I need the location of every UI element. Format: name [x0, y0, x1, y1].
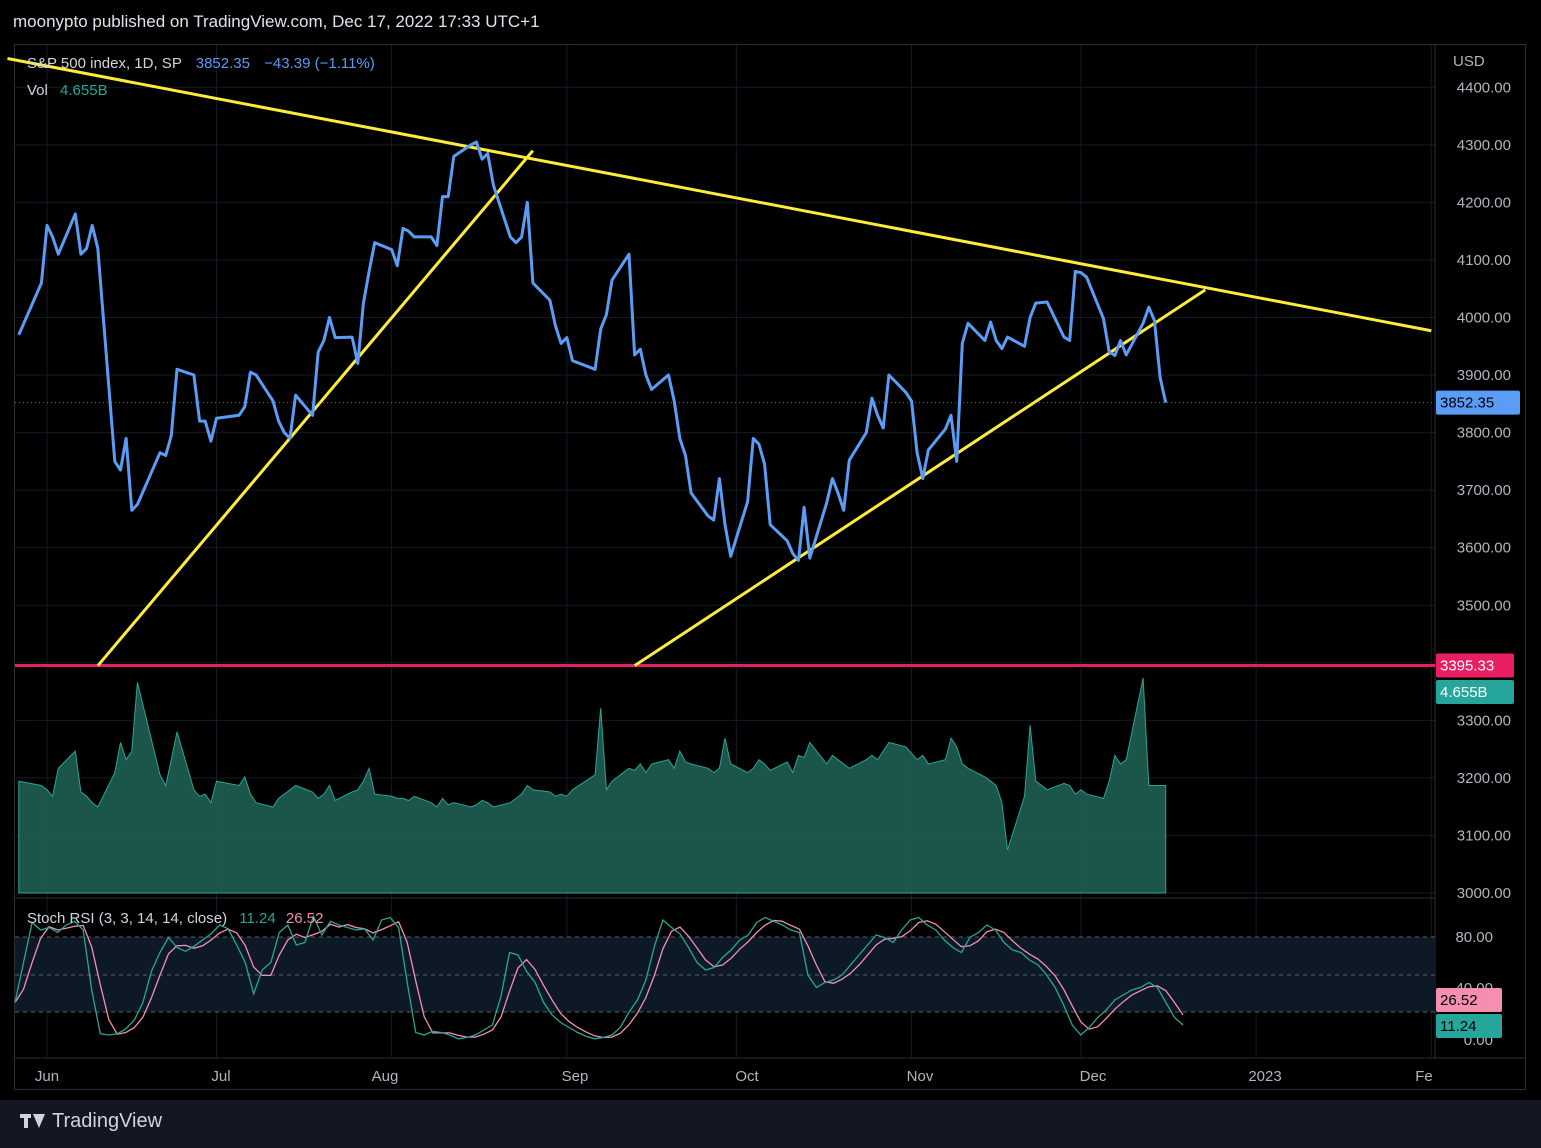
price-series-line: [17, 140, 1168, 562]
legend-change: −43.39 (−1.11%): [264, 55, 375, 72]
x-tick-label: Jul: [211, 1068, 230, 1085]
y-tick-label: 3900.00: [1457, 367, 1511, 384]
legend-price: 3852.35: [195, 55, 250, 72]
stoch-legend: Stoch RSI (3, 3, 14, 14, close) 11.24 26…: [27, 910, 323, 927]
x-tick-label: 2023: [1248, 1068, 1281, 1085]
volume-badge: 4.655B: [1436, 680, 1514, 704]
x-tick-label: Aug: [372, 1068, 399, 1085]
brand-label: TradingView: [52, 1110, 163, 1132]
currency-label: USD: [1453, 53, 1485, 70]
volume-area-fill: [18, 677, 1167, 894]
y-tick-label: 3200.00: [1457, 770, 1511, 787]
trendline-2: [96, 149, 535, 667]
stoch-label: Stoch RSI (3, 3, 14, 14, close): [27, 910, 228, 927]
chart-canvas[interactable]: USD 4400.00 4300.00 4200.00 4100.00 4000.00 39…: [0, 0, 1541, 1100]
y-tick-label: 4200.00: [1457, 194, 1511, 211]
x-tick-label: Fe: [1415, 1068, 1433, 1085]
stoch-k-badge-text: 11.24: [1440, 1018, 1476, 1035]
y-tick-label: 3600.00: [1457, 540, 1511, 557]
y-tick-label: 3000.00: [1457, 885, 1511, 902]
y-tick-label: 4400.00: [1457, 79, 1511, 96]
footer-bar: TradingView: [0, 1100, 1541, 1148]
stoch-k-badge: 11.24: [1436, 1014, 1502, 1038]
y-tick-label: 3700.00: [1457, 482, 1511, 499]
last-price-badge: 3852.35: [1436, 390, 1520, 415]
y-tick-label: 4300.00: [1457, 137, 1511, 154]
y-tick-label: 3300.00: [1457, 712, 1511, 729]
vol-label: Vol: [27, 82, 48, 99]
y-tick-label: 3100.00: [1457, 827, 1511, 844]
support-badge-text: 3395.33: [1440, 657, 1494, 674]
x-axis: Jun Jul Aug Sep Oct Nov Dec 2023 Fe: [35, 1068, 1433, 1085]
trendline-1: [7, 57, 1432, 333]
last-price-badge-text: 3852.35: [1440, 395, 1494, 412]
y-tick-label: 4100.00: [1457, 252, 1511, 269]
symbol-label: S&P 500 index, 1D, SP: [27, 55, 182, 72]
x-tick-label: Oct: [735, 1068, 759, 1085]
support-badge: 3395.33: [1436, 653, 1514, 678]
price-line: [15, 140, 1435, 562]
tradingview-logo-icon: [20, 1113, 46, 1130]
stoch-d-badge: 26.52: [1436, 988, 1502, 1012]
volume-legend: Vol 4.655B: [27, 82, 108, 99]
y-tick-label: 3800.00: [1457, 425, 1511, 442]
stoch-rsi-band: [15, 936, 1435, 1013]
trendlines: [7, 57, 1435, 667]
vol-value: 4.655B: [60, 82, 108, 99]
y-axis: USD 4400.00 4300.00 4200.00 4100.00 4000.00 39…: [1453, 53, 1511, 1049]
y-tick-label: 3500.00: [1457, 597, 1511, 614]
stoch-tick-label: 80.00: [1455, 929, 1493, 946]
stoch-k-value: 11.24: [239, 910, 276, 927]
stoch-d-badge-text: 26.52: [1440, 992, 1478, 1009]
x-tick-label: Jun: [35, 1068, 59, 1085]
grid: [15, 45, 1525, 1059]
x-tick-label: Sep: [562, 1068, 589, 1085]
volume-area: [18, 677, 1167, 894]
x-tick-label: Nov: [907, 1068, 934, 1085]
tradingview-brand[interactable]: TradingView: [20, 1110, 162, 1133]
x-tick-label: Dec: [1080, 1068, 1107, 1085]
volume-badge-text: 4.655B: [1440, 684, 1488, 701]
price-legend: S&P 500 index, 1D, SP 3852.35 −43.39 (−1…: [27, 55, 375, 72]
stoch-d-value: 26.52: [285, 910, 324, 927]
y-tick-label: 4000.00: [1457, 310, 1511, 327]
stoch-band-fill: [15, 937, 1435, 1012]
